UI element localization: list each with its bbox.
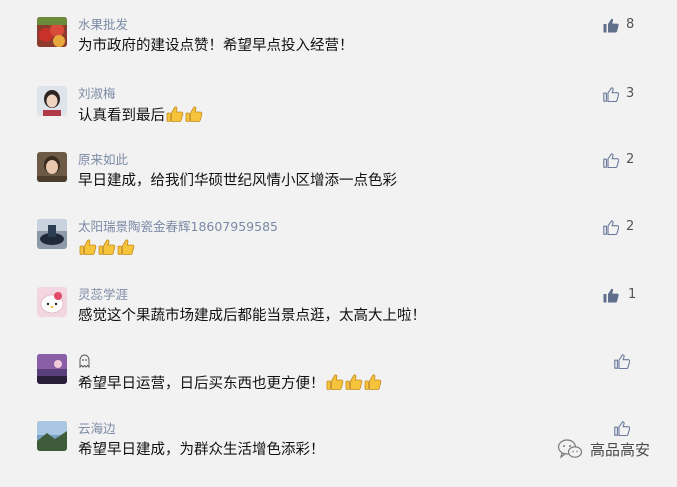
comment-nickname: 云海边 <box>78 421 116 436</box>
comment-nickname: 原来如此 <box>78 152 129 167</box>
wechat-icon <box>557 439 583 459</box>
comment-item: 原来如此 早日建成，给我们华硕世纪风情小区增添一点色彩 2 <box>0 152 677 218</box>
comment-text-content: 认真看到最后 <box>78 108 165 124</box>
avatar[interactable] <box>37 287 67 317</box>
thumbs-up-icon <box>603 219 619 235</box>
thumbs-up-emoji <box>117 239 135 255</box>
watermark: 高品高安 <box>557 438 650 460</box>
thumbs-up-filled-icon <box>603 288 619 302</box>
like-button[interactable]: 3 <box>603 86 634 102</box>
comment-text: 感觉这个果蔬市场建成后都能当景点逛，太高大上啦！ <box>78 308 426 324</box>
avatar[interactable] <box>37 354 67 384</box>
comment-nickname: 刘淑梅 <box>78 86 116 101</box>
avatar[interactable] <box>37 219 67 249</box>
avatar[interactable] <box>37 152 67 182</box>
like-button[interactable]: 8 <box>603 17 634 33</box>
avatar[interactable] <box>37 421 67 451</box>
comment-item: 水果批发 为市政府的建设点赞！希望早点投入经营！ 8 <box>0 17 677 83</box>
like-button[interactable]: 2 <box>603 152 634 168</box>
thumbs-up-emoji <box>166 106 184 122</box>
like-count: 3 <box>626 86 635 101</box>
comment-text: 为市政府的建设点赞！希望早点投入经营！ <box>78 38 354 54</box>
thumbs-up-emoji <box>185 106 203 122</box>
thumbs-up-icon <box>614 354 630 369</box>
comment-item: 刘淑梅 认真看到最后 3 <box>0 86 677 152</box>
thumbs-up-emoji <box>364 374 381 390</box>
like-button[interactable]: 1 <box>603 287 636 303</box>
comment-nickname <box>78 354 91 368</box>
thumbs-up-icon <box>603 152 619 168</box>
comment-text <box>78 238 135 259</box>
like-count: 2 <box>626 152 635 167</box>
thumbs-up-emoji <box>345 374 362 390</box>
avatar[interactable] <box>37 17 67 47</box>
like-count: 1 <box>628 287 637 302</box>
thumbs-up-filled-icon <box>603 18 619 32</box>
comment-text: 认真看到最后 <box>78 105 203 126</box>
comment-item: 灵蕊学涯 感觉这个果蔬市场建成后都能当景点逛，太高大上啦！ 1 <box>0 287 677 353</box>
comment-nickname: 太阳瑞景陶瓷金春辉18607959585 <box>78 219 278 234</box>
comment-item: 太阳瑞景陶瓷金春辉18607959585 2 <box>0 219 677 285</box>
comment-text-content: 希望早日运营，日后买东西也更方便！ <box>78 376 325 392</box>
thumbs-up-icon <box>614 421 630 436</box>
comment-item: 希望早日运营，日后买东西也更方便！ <box>0 354 677 420</box>
thumbs-up-emoji <box>326 374 343 390</box>
like-count: 2 <box>626 219 635 234</box>
ghost-icon <box>79 354 90 368</box>
comment-nickname: 水果批发 <box>78 17 129 32</box>
comment-text: 希望早日建成，为群众生活增色添彩！ <box>78 442 325 458</box>
like-button[interactable] <box>614 354 630 369</box>
comment-nickname: 灵蕊学涯 <box>78 287 129 302</box>
thumbs-up-emoji <box>98 239 116 255</box>
like-count: 8 <box>626 17 635 32</box>
like-button[interactable]: 2 <box>603 219 634 235</box>
comment-text: 早日建成，给我们华硕世纪风情小区增添一点色彩 <box>78 173 397 189</box>
like-button[interactable] <box>614 421 630 436</box>
avatar[interactable] <box>37 86 67 116</box>
thumbs-up-emoji <box>79 239 97 255</box>
thumbs-up-icon <box>603 86 619 102</box>
comment-text: 希望早日运营，日后买东西也更方便！ <box>78 373 382 394</box>
watermark-text: 高品高安 <box>590 440 651 459</box>
